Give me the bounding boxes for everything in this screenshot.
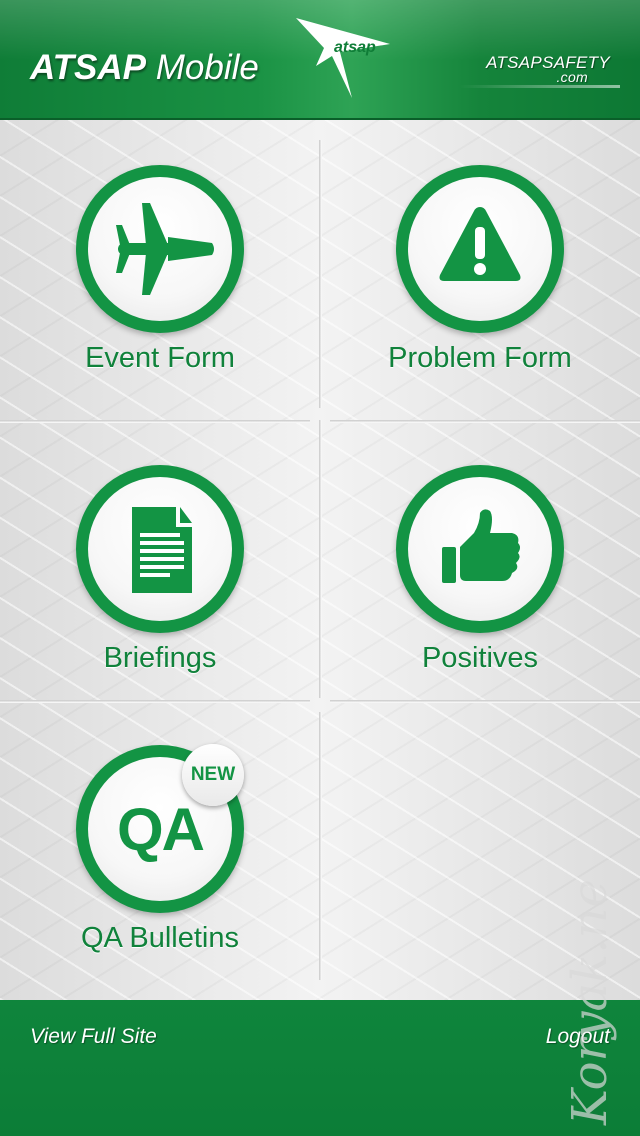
- app-header: ATSAP Mobile atsap ATSAPSAFETY .com: [0, 0, 640, 120]
- view-full-site-link[interactable]: View Full Site: [30, 1024, 157, 1050]
- briefings-button[interactable]: Briefings: [0, 440, 320, 720]
- airplane-icon: [116, 203, 214, 295]
- app-title-bold: ATSAP: [30, 48, 147, 87]
- site-name: ATSAPSAFETY: [486, 53, 610, 72]
- watermark: Koryak.net: [562, 880, 618, 1126]
- site-brand: ATSAPSAFETY .com: [486, 54, 610, 84]
- app-title-rest: Mobile: [155, 48, 259, 87]
- app-title: ATSAP Mobile: [30, 46, 259, 90]
- briefings-disk: [88, 477, 232, 621]
- positives-label: Positives: [421, 642, 539, 674]
- logo-text: atsap: [334, 39, 376, 56]
- event-form-disk: [88, 177, 232, 321]
- problem-form-label: Problem Form: [388, 342, 572, 374]
- problem-form-disk: [408, 177, 552, 321]
- problem-form-button[interactable]: Problem Form: [320, 140, 640, 420]
- site-suffix: .com: [556, 69, 588, 85]
- divider-horizontal: [330, 420, 640, 423]
- thumbs-up-icon: [442, 509, 520, 583]
- problem-form-ring: [396, 165, 564, 333]
- event-form-button[interactable]: Event Form: [0, 140, 320, 420]
- positives-button[interactable]: Positives: [320, 440, 640, 720]
- briefings-ring: [76, 465, 244, 633]
- positives-ring: [396, 465, 564, 633]
- briefings-label: Briefings: [103, 642, 217, 674]
- app-footer: View Full Site Logout: [0, 1000, 640, 1136]
- watermark-text: Koryak.net: [562, 880, 618, 1126]
- site-underline: [460, 85, 620, 88]
- event-form-ring: [76, 165, 244, 333]
- divider-horizontal: [0, 420, 310, 423]
- positives-disk: [408, 477, 552, 621]
- new-badge: NEW: [182, 744, 244, 806]
- qa-bulletins-label: QA Bulletins: [81, 922, 239, 954]
- event-form-label: Event Form: [85, 342, 235, 374]
- document-icon: [132, 507, 192, 593]
- qa-bulletins-button[interactable]: QA QA Bulletins: [0, 720, 320, 1000]
- warning-icon: [439, 207, 521, 281]
- atsap-logo: atsap: [296, 18, 390, 98]
